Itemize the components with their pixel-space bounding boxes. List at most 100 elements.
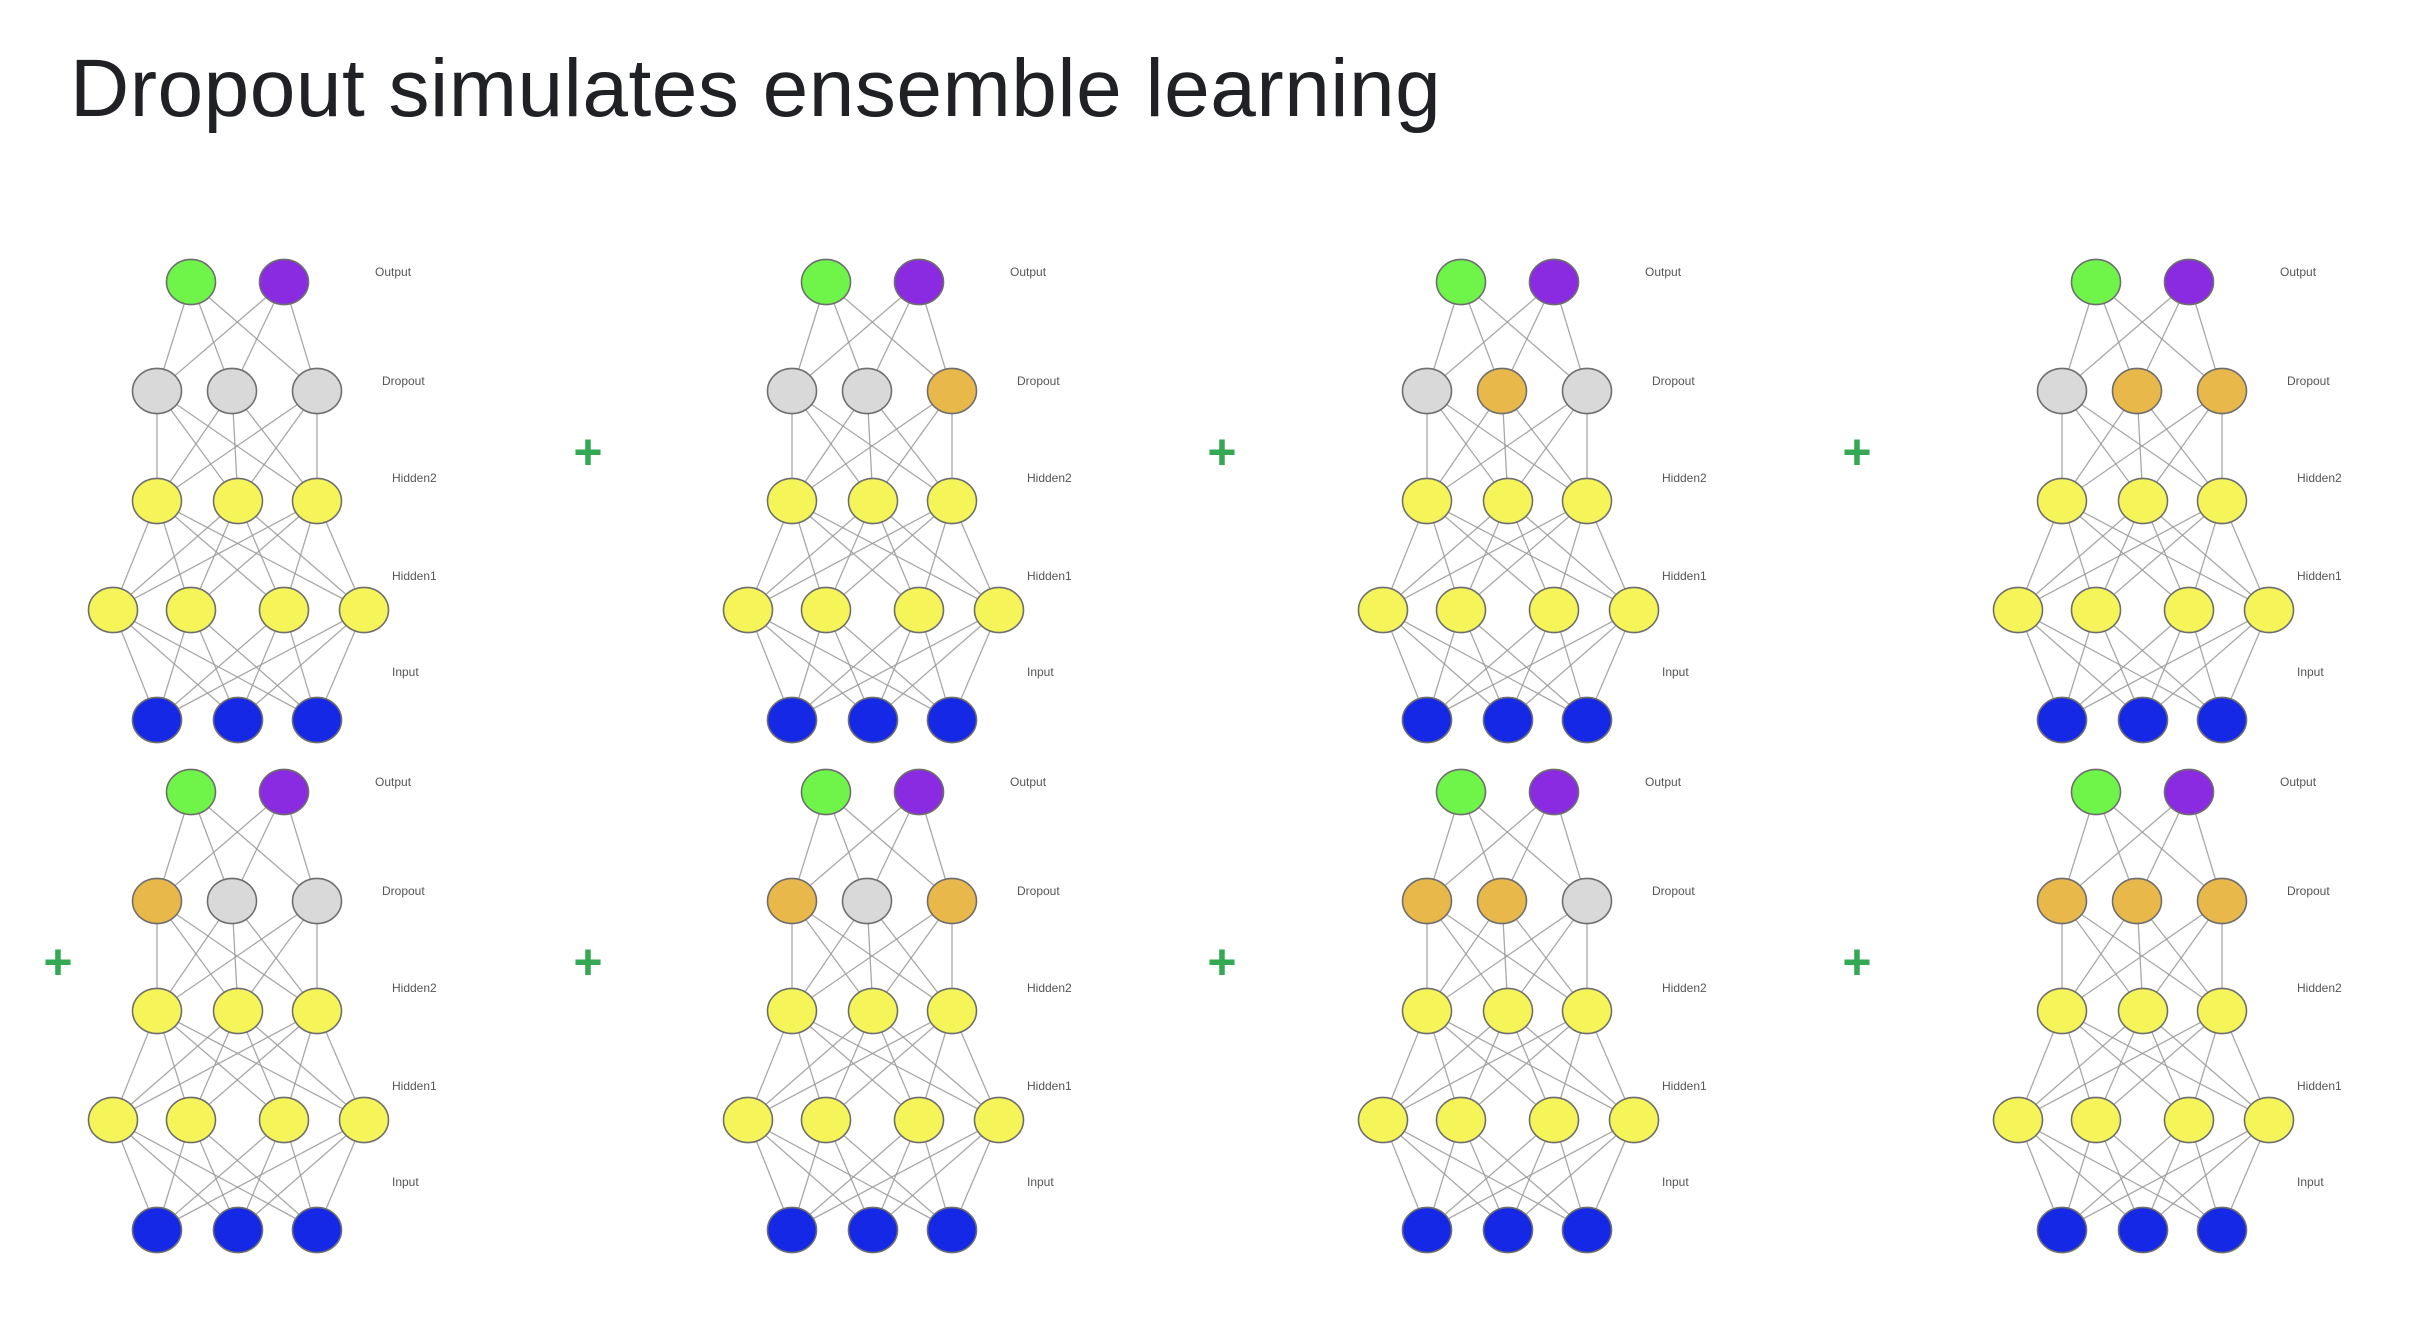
slide: Dropout simulates ensemble learning Outp… [0,0,2436,1320]
input-node [131,1206,183,1254]
input-node [2196,1206,2248,1254]
dropout-node-dropped [291,367,343,415]
dropout-node-dropped [766,367,818,415]
hidden2-node [766,477,818,525]
hidden1-node [800,1096,852,1144]
hidden2-node [1561,477,1613,525]
input-node [1401,1206,1453,1254]
layer-label-hidden2: Hidden2 [1662,981,1707,995]
hidden1-node [800,586,852,634]
network-1: Output Dropout Hidden2 Hidden1 Input [87,258,437,744]
input-node [1561,1206,1613,1254]
output-node-purple [258,768,310,816]
hidden2-node [2036,477,2088,525]
output-node-green [2070,258,2122,306]
dropout-node-active [926,877,978,925]
layer-label-hidden1: Hidden1 [2297,569,2342,583]
dropout-node-dropped [1401,367,1453,415]
output-node-green [1435,258,1487,306]
output-node-purple [2163,258,2215,306]
network-7: Output Dropout Hidden2 Hidden1 Input [1357,768,1707,1254]
hidden1-node [1357,586,1409,634]
hidden2-node [212,987,264,1035]
dropout-node-active [2111,367,2163,415]
layer-label-hidden1: Hidden1 [1027,569,1072,583]
plus-sign: + [1207,424,1236,480]
layer-label-input: Input [392,665,419,679]
input-node [212,1206,264,1254]
layer-label-hidden2: Hidden2 [2297,981,2342,995]
ensemble-diagram: Output Dropout Hidden2 Hidden1 Input Output Dr… [43,258,2342,1254]
hidden1-node [722,1096,774,1144]
hidden1-node [1608,1096,1660,1144]
layer-label-hidden2: Hidden2 [392,981,437,995]
network-8: Output Dropout Hidden2 Hidden1 Input [1992,768,2342,1254]
output-node-green [2070,768,2122,816]
hidden2-node [1401,477,1453,525]
layer-label-dropout: Dropout [2287,884,2330,898]
network-4: Output Dropout Hidden2 Hidden1 Input [1992,258,2342,744]
hidden1-node [1992,1096,2044,1144]
hidden1-node [1528,586,1580,634]
dropout-node-dropped [206,367,258,415]
layer-label-hidden2: Hidden2 [1027,981,1072,995]
hidden2-node [1482,477,1534,525]
layer-label-dropout: Dropout [1652,884,1695,898]
layer-label-hidden2: Hidden2 [1027,471,1072,485]
hidden1-node [1608,586,1660,634]
layer-label-input: Input [392,1175,419,1189]
input-node [847,696,899,744]
hidden1-node [893,1096,945,1144]
layer-label-hidden2: Hidden2 [1662,471,1707,485]
input-node [926,1206,978,1254]
input-node [2117,696,2169,744]
network-6: Output Dropout Hidden2 Hidden1 Input [722,768,1072,1254]
hidden1-node [1357,1096,1409,1144]
layer-label-input: Input [1027,1175,1054,1189]
input-node [1401,696,1453,744]
hidden1-node [1992,586,2044,634]
hidden1-node [973,586,1025,634]
dropout-node-active [2196,877,2248,925]
output-node-purple [1528,768,1580,816]
layer-label-output: Output [2280,265,2317,279]
layer-label-input: Input [1027,665,1054,679]
output-node-purple [2163,768,2215,816]
hidden1-node [2070,1096,2122,1144]
hidden2-node [2117,987,2169,1035]
dropout-node-dropped [131,367,183,415]
plus-sign: + [1842,934,1871,990]
output-node-green [800,768,852,816]
hidden1-node [1435,586,1487,634]
hidden1-node [893,586,945,634]
layer-label-output: Output [1010,265,1047,279]
layer-label-output: Output [1010,775,1047,789]
output-node-purple [258,258,310,306]
input-node [212,696,264,744]
layer-label-output: Output [1645,265,1682,279]
dropout-node-dropped [291,877,343,925]
layer-label-input: Input [2297,665,2324,679]
input-node [2036,696,2088,744]
layer-label-dropout: Dropout [1017,374,1060,388]
layer-label-dropout: Dropout [382,884,425,898]
hidden1-node [2163,1096,2215,1144]
hidden2-node [847,477,899,525]
output-node-green [1435,768,1487,816]
hidden2-node [291,987,343,1035]
plus-sign: + [43,934,72,990]
plus-sign: + [1842,424,1871,480]
hidden2-node [131,477,183,525]
hidden2-node [2036,987,2088,1035]
layer-label-dropout: Dropout [2287,374,2330,388]
dropout-node-active [1476,367,1528,415]
plus-sign: + [573,424,602,480]
input-node [2036,1206,2088,1254]
hidden2-node [2117,477,2169,525]
dropout-node-active [1476,877,1528,925]
hidden1-node [722,586,774,634]
input-node [1482,696,1534,744]
output-node-green [800,258,852,306]
layer-label-output: Output [375,265,412,279]
dropout-node-active [2036,877,2088,925]
